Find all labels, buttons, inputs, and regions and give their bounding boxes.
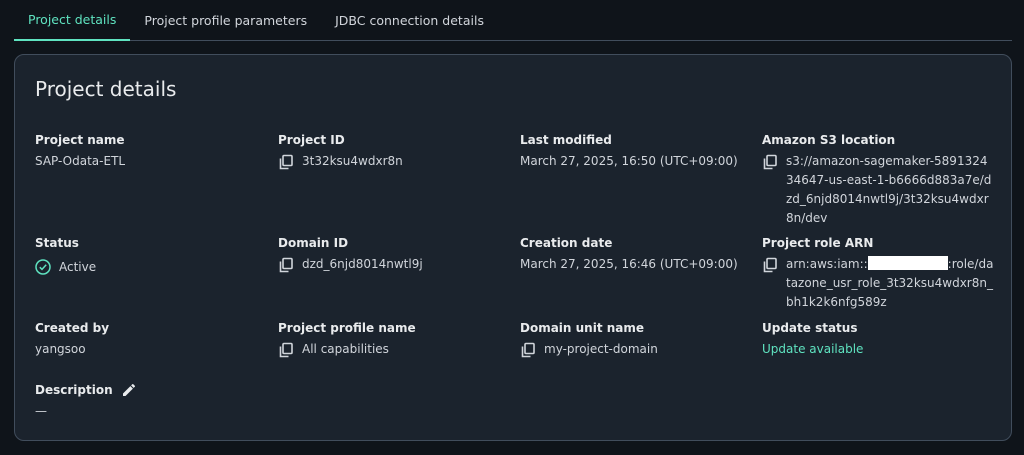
domain-unit-field: Domain unit name my-project-domain bbox=[520, 320, 752, 359]
copy-icon[interactable] bbox=[278, 342, 294, 358]
description-field: Description — bbox=[35, 382, 267, 421]
copy-icon[interactable] bbox=[278, 154, 294, 170]
project-id-label: Project ID bbox=[278, 133, 345, 147]
copy-icon[interactable] bbox=[762, 257, 778, 273]
description-label: Description bbox=[35, 383, 113, 397]
copy-icon[interactable] bbox=[278, 257, 294, 273]
check-circle-icon bbox=[35, 259, 51, 275]
s3-location-label: Amazon S3 location bbox=[762, 133, 896, 147]
creation-date-field: Creation date March 27, 2025, 16:46 (UTC… bbox=[520, 235, 752, 274]
update-status-label: Update status bbox=[762, 321, 858, 335]
project-details-panel: Project details Project name SAP-Odata-E… bbox=[14, 54, 1012, 441]
project-name-label: Project name bbox=[35, 133, 125, 147]
last-modified-field: Last modified March 27, 2025, 16:50 (UTC… bbox=[520, 132, 752, 171]
status-value: Active bbox=[59, 260, 97, 274]
tab-project-profile-parameters[interactable]: Project profile parameters bbox=[130, 0, 321, 40]
project-name-value: SAP-Odata-ETL bbox=[35, 154, 126, 168]
description-value: — bbox=[35, 404, 47, 418]
role-arn-label: Project role ARN bbox=[762, 236, 874, 250]
project-id-field: Project ID 3t32ksu4wdxr8n bbox=[278, 132, 510, 171]
creation-date-label: Creation date bbox=[520, 236, 613, 250]
profile-name-field: Project profile name All capabilities bbox=[278, 320, 510, 359]
status-field: Status Active bbox=[35, 235, 267, 275]
redacted-account-id bbox=[867, 256, 948, 270]
copy-icon[interactable] bbox=[520, 342, 536, 358]
panel-title: Project details bbox=[35, 77, 177, 101]
project-name-field: Project name SAP-Odata-ETL bbox=[35, 132, 267, 171]
role-arn-prefix: arn:aws:iam:: bbox=[786, 257, 868, 271]
status-label: Status bbox=[35, 236, 79, 250]
role-arn-field: Project role ARN arn:aws:iam:::role/data… bbox=[762, 235, 994, 312]
last-modified-value: March 27, 2025, 16:50 (UTC+09:00) bbox=[520, 154, 738, 168]
creation-date-value: March 27, 2025, 16:46 (UTC+09:00) bbox=[520, 257, 738, 271]
domain-id-label: Domain ID bbox=[278, 236, 349, 250]
copy-icon[interactable] bbox=[762, 154, 778, 170]
role-arn-value: arn:aws:iam:::role/datazone_usr_role_3t3… bbox=[786, 255, 994, 312]
profile-name-label: Project profile name bbox=[278, 321, 416, 335]
profile-name-value: All capabilities bbox=[302, 342, 389, 356]
update-available-link[interactable]: Update available bbox=[762, 340, 863, 359]
domain-id-value: dzd_6njd8014nwtl9j bbox=[302, 257, 423, 271]
tab-project-details[interactable]: Project details bbox=[14, 0, 131, 41]
tab-bar: Project details Project profile paramete… bbox=[14, 0, 1012, 41]
update-status-field: Update status Update available bbox=[762, 320, 994, 359]
last-modified-label: Last modified bbox=[520, 133, 612, 147]
tab-jdbc-connection-details[interactable]: JDBC connection details bbox=[321, 0, 498, 40]
domain-id-field: Domain ID dzd_6njd8014nwtl9j bbox=[278, 235, 510, 274]
project-id-value: 3t32ksu4wdxr8n bbox=[302, 154, 403, 168]
created-by-value: yangsoo bbox=[35, 342, 86, 356]
pencil-icon[interactable] bbox=[121, 382, 137, 398]
domain-unit-label: Domain unit name bbox=[520, 321, 645, 335]
created-by-label: Created by bbox=[35, 321, 110, 335]
s3-location-value: s3://amazon-sagemaker-589132434647-us-ea… bbox=[786, 154, 992, 225]
domain-unit-value: my-project-domain bbox=[544, 342, 658, 356]
s3-location-field: Amazon S3 location s3://amazon-sagemaker… bbox=[762, 132, 994, 228]
created-by-field: Created by yangsoo bbox=[35, 320, 267, 359]
